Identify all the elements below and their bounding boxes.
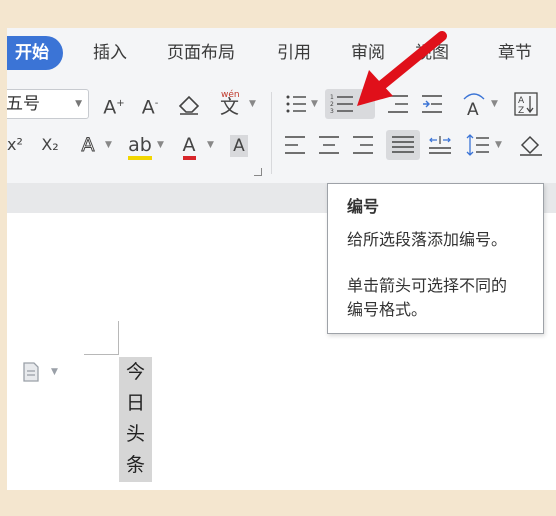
margin-corner-mark	[84, 354, 118, 355]
paragraph-marker-icon[interactable]	[22, 362, 40, 387]
tooltip-hint-cont: 编号格式。	[347, 300, 428, 319]
tooltip-description: 给所选段落添加编号。	[347, 230, 508, 249]
chevron-down-icon[interactable]: ▼	[51, 367, 58, 377]
selected-vertical-text[interactable]: 今 日 头 条	[119, 357, 152, 482]
tooltip-hint: 单击箭头可选择不同的	[347, 276, 508, 295]
red-arrow-annotation	[357, 31, 447, 106]
margin-corner-mark	[118, 321, 119, 355]
text-char: 条	[125, 454, 145, 476]
wps-writer-window: 开始 插入 页面布局 引用 审阅 视图 章节 五号 ▼ A+ A- wén 文 …	[7, 28, 556, 490]
text-char: 今	[125, 361, 145, 383]
text-char: 日	[125, 392, 145, 414]
text-char: 头	[125, 423, 145, 445]
